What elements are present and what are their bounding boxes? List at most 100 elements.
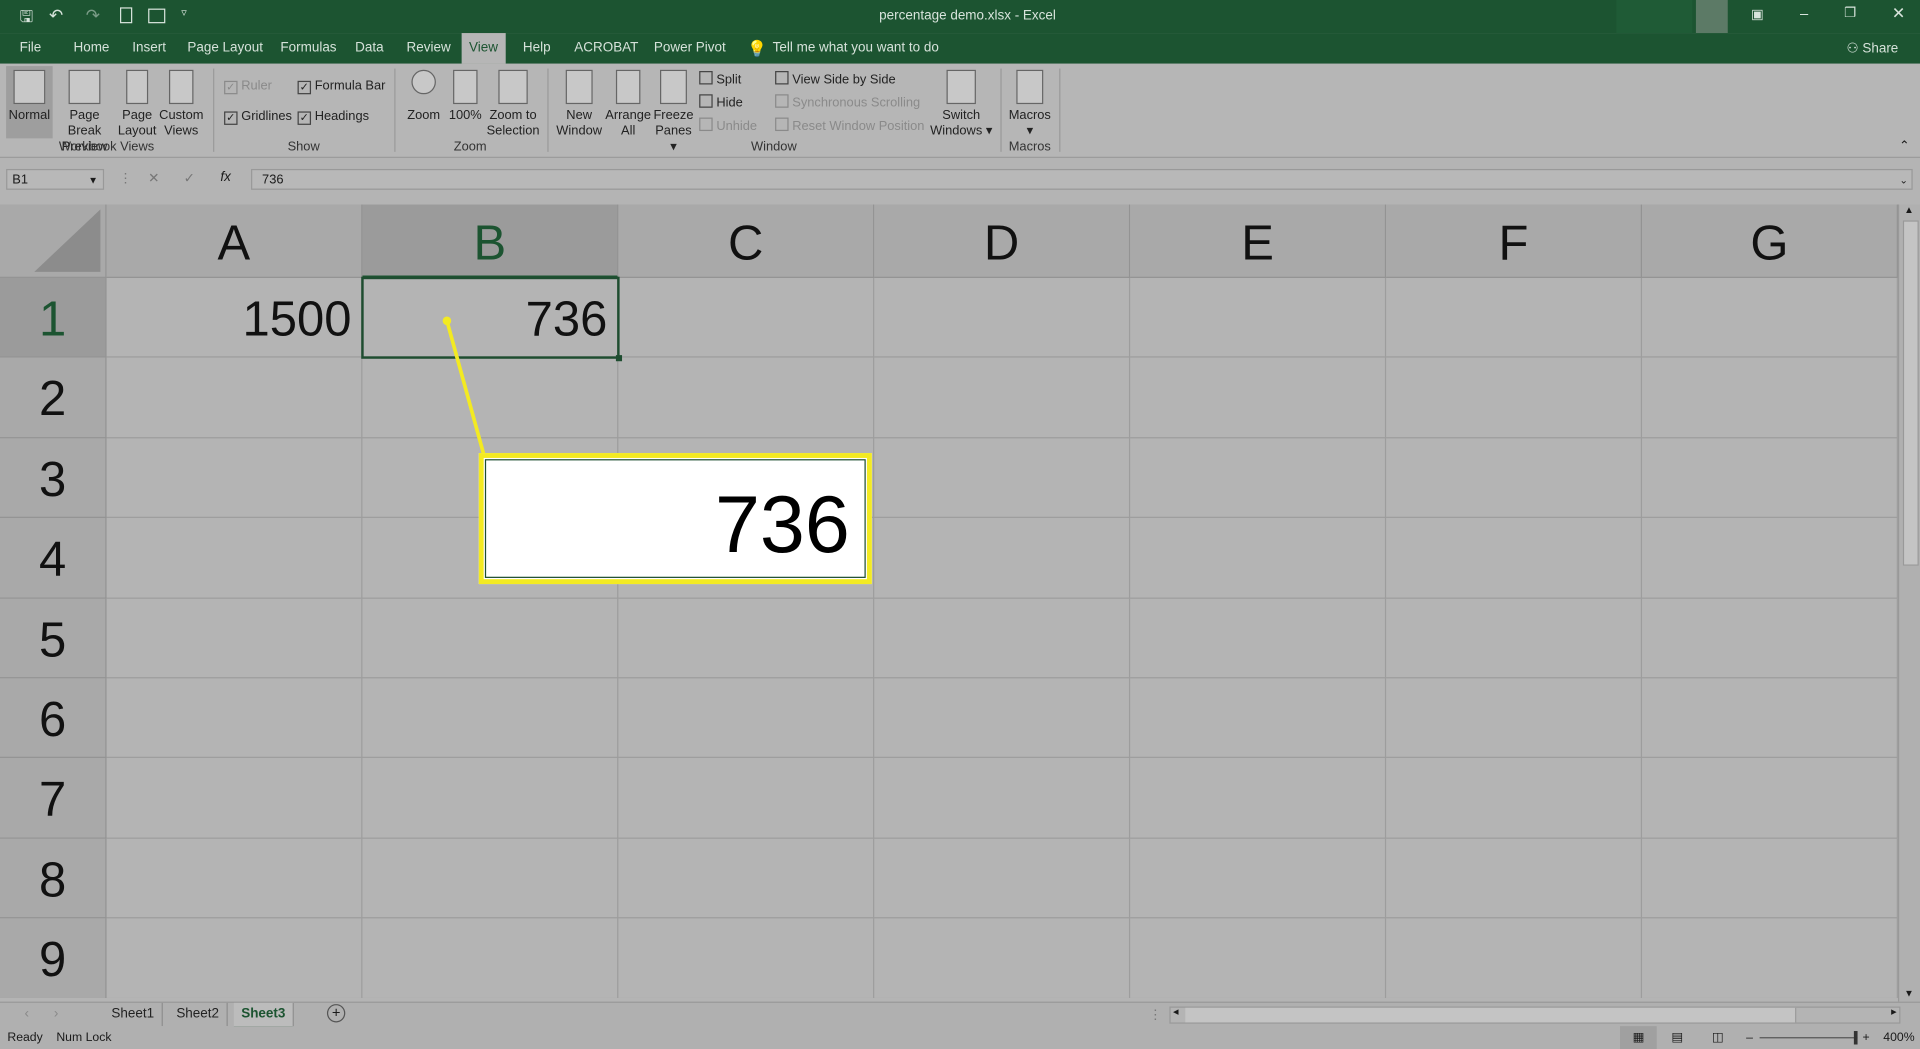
tab-file[interactable]: File: [12, 33, 48, 64]
zoom-button[interactable]: Zoom: [404, 69, 443, 124]
formula-bar-checkbox[interactable]: ✓ Formula Bar: [297, 78, 385, 95]
cell-A6[interactable]: [106, 678, 363, 759]
new-window-button[interactable]: New Window: [555, 69, 604, 140]
tab-split-handle[interactable]: ⋮: [1149, 1007, 1162, 1023]
cell-D2[interactable]: [874, 358, 1131, 439]
customize-qat-icon[interactable]: ▿: [181, 6, 187, 19]
cell-F1[interactable]: [1386, 277, 1643, 359]
cell-E6[interactable]: [1130, 678, 1387, 759]
next-sheet-icon[interactable]: ›: [54, 1007, 58, 1022]
cell-C6[interactable]: [618, 678, 875, 759]
cell-F5[interactable]: [1386, 598, 1643, 679]
cell-B9[interactable]: [362, 918, 619, 998]
save-icon[interactable]: 🖫: [20, 6, 34, 33]
cell-F3[interactable]: [1386, 438, 1643, 519]
cancel-icon[interactable]: ✕: [148, 170, 159, 186]
tab-insert[interactable]: Insert: [125, 33, 173, 64]
form-icon[interactable]: [148, 8, 166, 24]
restore-icon[interactable]: ❐: [1844, 5, 1856, 21]
redo-icon[interactable]: ↷: [86, 5, 100, 26]
cell-D9[interactable]: [874, 918, 1131, 998]
page-break-status-icon[interactable]: ◫: [1712, 1026, 1724, 1049]
tab-power-pivot[interactable]: Power Pivot: [647, 33, 734, 64]
zoom-slider-thumb[interactable]: [1853, 1031, 1858, 1045]
cell-B8[interactable]: [362, 838, 619, 919]
cell-E7[interactable]: [1130, 758, 1387, 839]
gridlines-checkbox[interactable]: ✓ Gridlines: [224, 109, 292, 125]
column-header-D[interactable]: D: [874, 204, 1131, 278]
row-header-6[interactable]: 6: [0, 678, 107, 759]
cell-D3[interactable]: [874, 438, 1131, 519]
cell-B6[interactable]: [362, 678, 619, 759]
zoom-100-button[interactable]: 100%: [448, 69, 482, 124]
zoom-in-button[interactable]: +: [1862, 1026, 1869, 1049]
insert-function-icon[interactable]: fx: [220, 170, 230, 185]
cell-F8[interactable]: [1386, 838, 1643, 919]
tab-review[interactable]: Review: [399, 33, 458, 64]
column-header-C[interactable]: C: [618, 204, 875, 278]
cell-B7[interactable]: [362, 758, 619, 839]
cell-C1[interactable]: [618, 277, 875, 359]
cell-C9[interactable]: [618, 918, 875, 998]
scroll-up-icon[interactable]: ▲: [1904, 204, 1914, 215]
zoom-slider[interactable]: [1759, 1037, 1858, 1039]
formula-input[interactable]: 736 ⌄: [251, 168, 1913, 190]
ribbon-display-icon[interactable]: ▣: [1751, 6, 1764, 22]
new-file-icon[interactable]: [120, 7, 133, 24]
collapse-ribbon-icon[interactable]: ⌃: [1899, 140, 1909, 153]
scroll-thumb-horizontal[interactable]: [1185, 1007, 1797, 1023]
cell-F7[interactable]: [1386, 758, 1643, 839]
cell-A9[interactable]: [106, 918, 363, 998]
row-header-8[interactable]: 8: [0, 838, 107, 919]
synchronous-scrolling-button[interactable]: Synchronous Scrolling: [775, 94, 920, 110]
ruler-checkbox[interactable]: ✓ Ruler: [224, 78, 272, 95]
page-layout-button[interactable]: Page Layout: [118, 69, 157, 140]
share-button[interactable]: ⚇ Share: [1847, 40, 1899, 57]
row-header-1[interactable]: 1: [0, 277, 107, 359]
zoom-to-selection-button[interactable]: Zoom to Selection: [486, 69, 540, 140]
column-header-A[interactable]: A: [106, 204, 363, 278]
tell-me-search[interactable]: Tell me what you want to do: [773, 40, 939, 55]
cell-E4[interactable]: [1130, 518, 1387, 599]
column-header-B[interactable]: B: [362, 204, 619, 278]
tab-view[interactable]: View: [461, 33, 506, 64]
custom-views-button[interactable]: Custom Views: [159, 69, 203, 140]
switch-windows-button[interactable]: Switch Windows ▾: [929, 69, 993, 140]
cell-E1[interactable]: [1130, 277, 1387, 359]
undo-icon[interactable]: ↶: [49, 5, 63, 26]
close-icon[interactable]: ✕: [1892, 4, 1905, 24]
cell-G8[interactable]: [1642, 838, 1898, 919]
cell-B5[interactable]: [362, 598, 619, 679]
scroll-thumb[interactable]: [1902, 220, 1919, 566]
cell-G5[interactable]: [1642, 598, 1898, 679]
row-header-3[interactable]: 3: [0, 438, 107, 519]
headings-checkbox[interactable]: ✓ Headings: [297, 109, 369, 125]
cell-F4[interactable]: [1386, 518, 1643, 599]
row-header-7[interactable]: 7: [0, 758, 107, 839]
cell-G3[interactable]: [1642, 438, 1898, 519]
hide-button[interactable]: Hide: [699, 94, 743, 110]
cell-G9[interactable]: [1642, 918, 1898, 998]
macros-button[interactable]: Macros ▾: [1007, 69, 1054, 140]
cell-F2[interactable]: [1386, 358, 1643, 439]
reset-window-position-button[interactable]: Reset Window Position: [775, 117, 924, 133]
normal-view-status-icon[interactable]: ▦: [1620, 1026, 1657, 1049]
cell-D7[interactable]: [874, 758, 1131, 839]
cell-G7[interactable]: [1642, 758, 1898, 839]
cell-E8[interactable]: [1130, 838, 1387, 919]
row-header-9[interactable]: 9: [0, 918, 107, 998]
tab-acrobat[interactable]: ACROBAT: [567, 33, 646, 64]
account-area[interactable]: [1616, 0, 1693, 34]
cell-D8[interactable]: [874, 838, 1131, 919]
enter-icon[interactable]: ✓: [184, 170, 195, 186]
avatar[interactable]: [1695, 0, 1728, 34]
zoom-level[interactable]: 400%: [1883, 1026, 1914, 1049]
cell-F6[interactable]: [1386, 678, 1643, 759]
arrange-all-button[interactable]: Arrange All: [605, 69, 652, 140]
page-layout-status-icon[interactable]: ▤: [1671, 1026, 1683, 1049]
split-button[interactable]: Split: [699, 71, 741, 87]
column-header-F[interactable]: F: [1386, 204, 1643, 278]
cell-E3[interactable]: [1130, 438, 1387, 519]
tab-help[interactable]: Help: [516, 33, 558, 64]
minimize-icon[interactable]: –: [1800, 5, 1808, 22]
